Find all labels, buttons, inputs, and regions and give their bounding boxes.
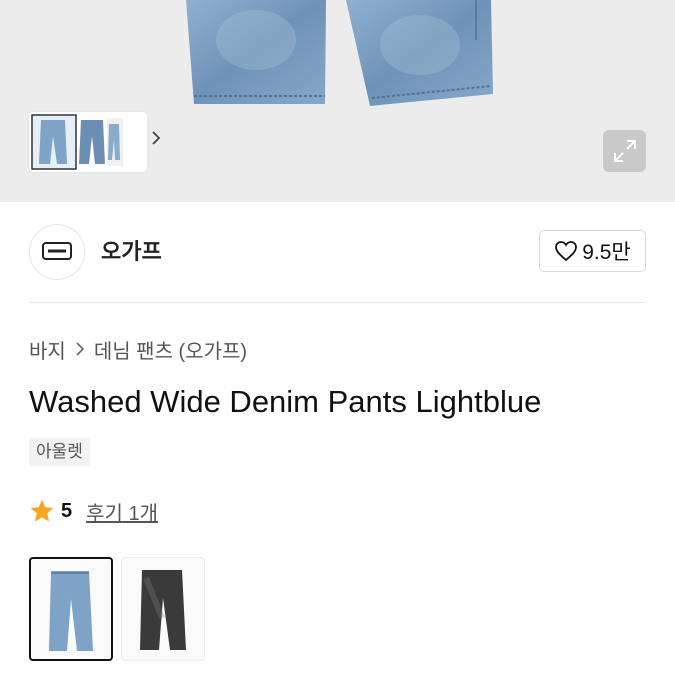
like-button[interactable]: 9.5만 bbox=[539, 230, 646, 272]
jeans-thumbnail-light bbox=[49, 571, 93, 651]
thumbnail-strip[interactable] bbox=[29, 112, 161, 172]
brand-row: 오가프 9.5만 bbox=[29, 224, 646, 280]
brand-logo[interactable] bbox=[29, 224, 85, 280]
rating-score: 5 bbox=[61, 499, 73, 522]
like-count: 9.5만 bbox=[582, 241, 631, 264]
product-title: Washed Wide Denim Pants Lightblue bbox=[29, 384, 542, 419]
chevron-right-icon bbox=[76, 342, 84, 356]
star-icon bbox=[30, 499, 54, 522]
divider bbox=[29, 302, 646, 303]
product-hero-image[interactable] bbox=[0, 0, 675, 202]
breadcrumb-item-pants[interactable]: 바지 bbox=[29, 335, 66, 364]
review-link[interactable]: 후기 1개 bbox=[86, 497, 158, 526]
outlet-tag: 아울렛 bbox=[29, 438, 90, 466]
expand-arrows-icon bbox=[613, 140, 636, 162]
variant-washed-black[interactable] bbox=[121, 557, 205, 661]
heart-outline-icon bbox=[555, 241, 578, 262]
variant-light-blue[interactable] bbox=[29, 557, 113, 661]
expand-button[interactable] bbox=[603, 130, 646, 172]
breadcrumb: 바지 데님 팬츠 (오가프) bbox=[29, 335, 247, 363]
chevron-right-icon[interactable] bbox=[151, 130, 173, 154]
breadcrumb-item-denim[interactable]: 데님 팬츠 (오가프) bbox=[94, 335, 247, 364]
jeans-thumbnail-dark bbox=[140, 570, 186, 650]
rating: 5 후기 1개 bbox=[29, 496, 158, 526]
brand-name[interactable]: 오가프 bbox=[101, 238, 162, 266]
